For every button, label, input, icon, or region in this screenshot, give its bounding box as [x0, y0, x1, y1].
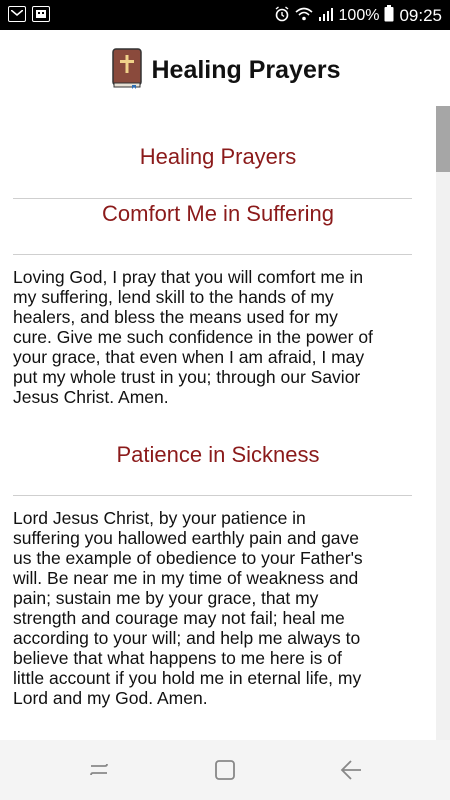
- recent-apps-icon[interactable]: [86, 757, 112, 783]
- battery-percent: 100%: [338, 6, 380, 24]
- back-icon[interactable]: [338, 757, 364, 783]
- prayer-line: healers, and bless the means used for my: [13, 307, 338, 327]
- prayer-line: put my whole trust in you; through our S…: [13, 367, 361, 387]
- prayer-line: cure. Give me such confidence in the pow…: [13, 327, 373, 347]
- status-bar: 100% 09:25: [0, 0, 450, 30]
- home-icon[interactable]: [212, 757, 238, 783]
- divider: [13, 495, 412, 496]
- status-left-icons: [8, 6, 50, 22]
- signal-icon: [318, 7, 334, 25]
- prayer-line: Lord Jesus Christ, by your patience in: [13, 508, 306, 528]
- page-title: Healing Prayers: [139, 144, 297, 169]
- prayer-line: my suffering, lend skill to the hands of…: [13, 287, 334, 307]
- prayer-line: us the example of obedience to your Fath…: [13, 548, 363, 568]
- prayer-line: little account if you hold me in eternal…: [13, 668, 362, 688]
- navigation-bar: [0, 740, 450, 800]
- alarm-icon: [274, 5, 290, 26]
- prayer-text: Lord Jesus Christ, by your patience in s…: [13, 508, 424, 708]
- scrollbar-thumb[interactable]: [436, 106, 450, 172]
- prayer-line: Jesus Christ. Amen.: [13, 387, 169, 407]
- app-header: Healing Prayers: [0, 30, 450, 110]
- prayer-line: Loving God, I pray that you will comfort…: [13, 267, 364, 287]
- prayer-line: pain; sustain me by your grace, that my: [13, 588, 319, 608]
- prayer-line: according to your will; and help me alwa…: [13, 628, 361, 648]
- prayer-text: Loving God, I pray that you will comfort…: [13, 267, 424, 407]
- status-right: 100% 09:25: [274, 5, 442, 26]
- battery-icon: [384, 5, 394, 26]
- divider: [13, 254, 412, 255]
- prayer-line: believe that what happens to me here is …: [13, 648, 342, 668]
- clock: 09:25: [399, 5, 442, 25]
- prayer-line: suffering you hallowed earthly pain and …: [13, 528, 360, 548]
- scrollbar-track[interactable]: [436, 106, 450, 740]
- section-title: Comfort Me in Suffering: [102, 201, 334, 226]
- prayer-line: strength and courage may not fail; heal …: [13, 608, 345, 628]
- mail-icon: [8, 6, 26, 22]
- app-icon: [32, 6, 50, 22]
- prayer-line: your grace, that even when I am afraid, …: [13, 347, 365, 367]
- divider: [13, 198, 412, 199]
- section-title: Patience in Sickness: [116, 442, 320, 467]
- app-title: Healing Prayers: [151, 55, 341, 84]
- prayer-line: Lord and my God. Amen.: [13, 688, 208, 708]
- wifi-icon: [295, 7, 313, 25]
- prayer-line: will. Be near me in my time of weakness …: [13, 568, 359, 588]
- prayer-content[interactable]: Healing Prayers Comfort Me in Suffering …: [0, 110, 450, 740]
- bible-icon: [110, 47, 144, 94]
